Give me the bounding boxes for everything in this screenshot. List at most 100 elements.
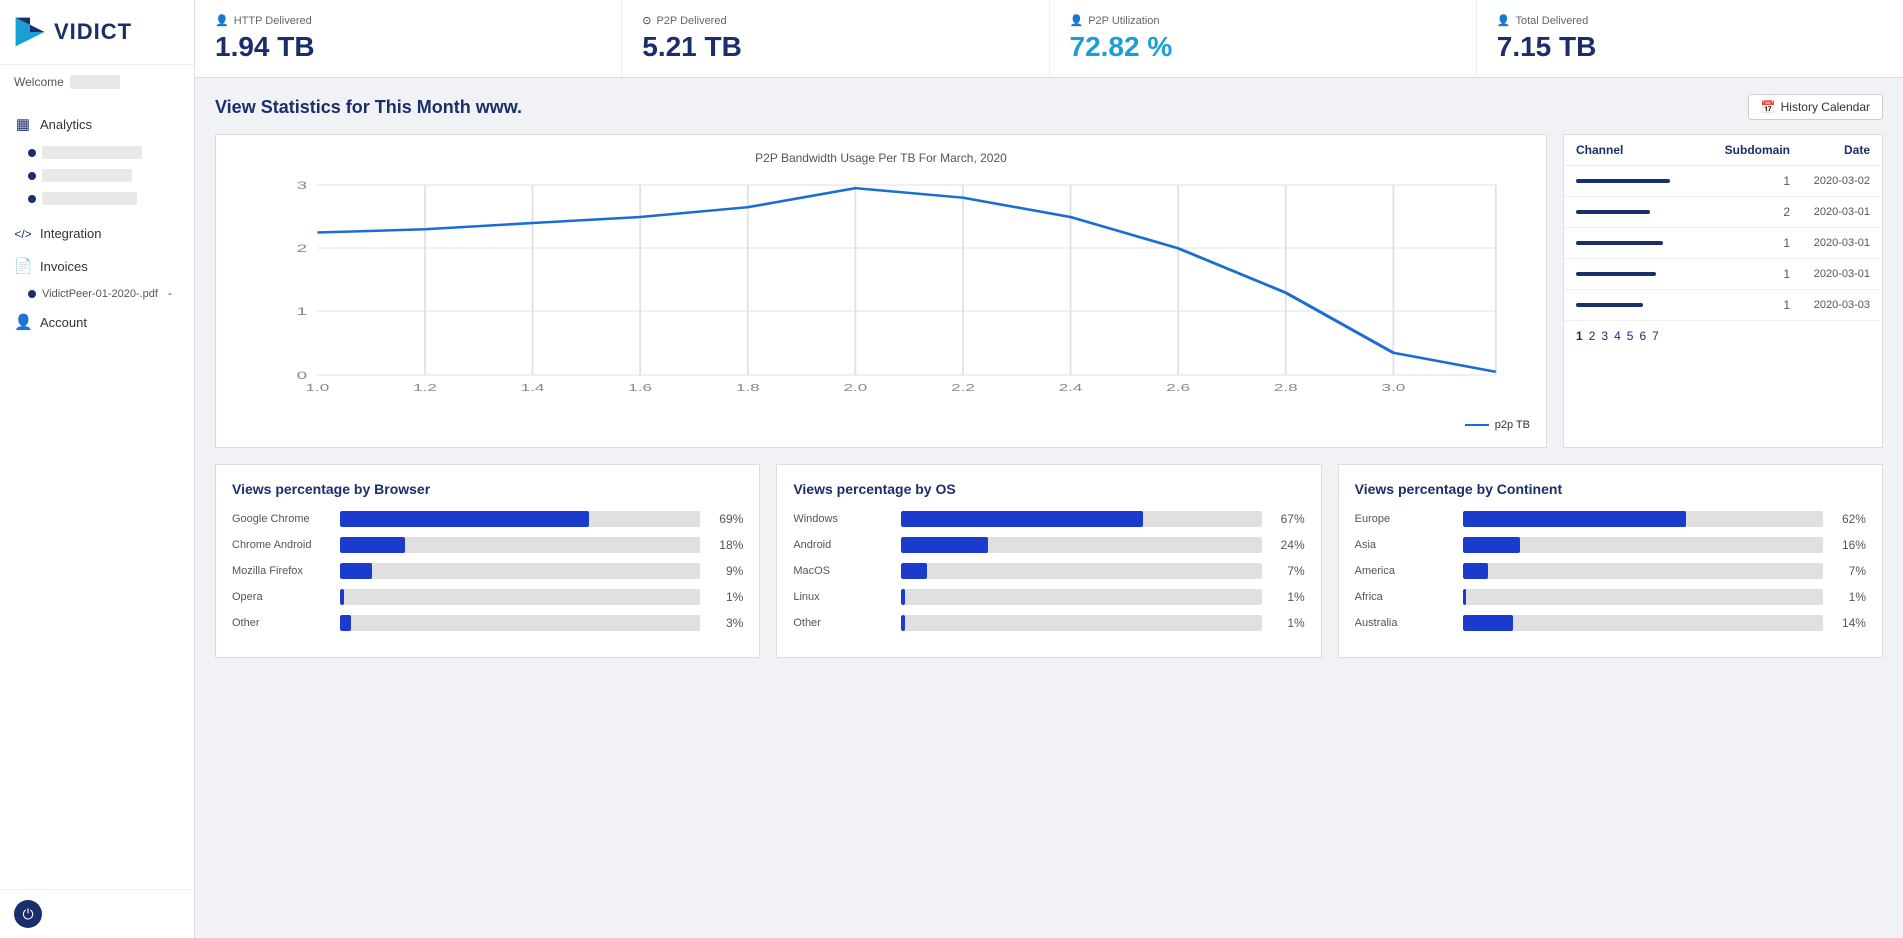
sidebar-subitem-1[interactable] xyxy=(0,141,194,164)
power-button[interactable]: ⏻ xyxy=(14,900,42,928)
bar-pct: 18% xyxy=(708,538,743,552)
dot-icon-2 xyxy=(28,172,36,180)
continent-chart-card: Views percentage by Continent Europe 62%… xyxy=(1338,464,1883,658)
bar-row: Google Chrome 69% xyxy=(232,511,743,527)
bar-label: America xyxy=(1355,565,1455,577)
account-icon: 👤 xyxy=(14,313,32,331)
stat-total-label: 👤 Total Delivered xyxy=(1497,14,1883,27)
bar-row: Windows 67% xyxy=(793,511,1304,527)
bar-row: Chrome Android 18% xyxy=(232,537,743,553)
bar-pct: 1% xyxy=(708,590,743,604)
bar-fill xyxy=(340,615,351,631)
bar-pct: 9% xyxy=(708,564,743,578)
row-subdomain: 2 xyxy=(1710,205,1790,219)
logo-text: VIDICT xyxy=(54,19,132,45)
bar-row: Australia 14% xyxy=(1355,615,1866,631)
bar-row: Android 24% xyxy=(793,537,1304,553)
bar-track xyxy=(1463,537,1823,553)
bar-track xyxy=(340,615,700,631)
row-date: 2020-03-01 xyxy=(1790,268,1870,280)
bar-label: Chrome Android xyxy=(232,539,332,551)
bar-track xyxy=(1463,511,1823,527)
bar-track xyxy=(1463,563,1823,579)
bar-fill xyxy=(1463,615,1513,631)
continent-chart-title: Views percentage by Continent xyxy=(1355,481,1866,497)
bar-row: Europe 62% xyxy=(1355,511,1866,527)
p2p-icon: ⊙ xyxy=(642,14,651,27)
bar-fill xyxy=(1463,589,1467,605)
svg-text:3: 3 xyxy=(297,180,307,192)
page-number[interactable]: 5 xyxy=(1627,329,1634,343)
subitem-label-3 xyxy=(42,192,137,205)
bar-label: Linux xyxy=(793,591,893,603)
p2p-label-text: P2P Delivered xyxy=(656,15,726,27)
bar-row: Other 3% xyxy=(232,615,743,631)
bar-label: Android xyxy=(793,539,893,551)
page-number[interactable]: 3 xyxy=(1601,329,1608,343)
row-subdomain: 1 xyxy=(1710,298,1790,312)
bar-track xyxy=(340,537,700,553)
analytics-icon: ▦ xyxy=(14,115,32,133)
svg-text:1.8: 1.8 xyxy=(736,382,760,393)
bar-pct: 62% xyxy=(1831,512,1866,526)
page-number[interactable]: 4 xyxy=(1614,329,1621,343)
th-date: Date xyxy=(1790,143,1870,157)
page-number[interactable]: 1 xyxy=(1576,329,1583,343)
row-subdomain: 1 xyxy=(1710,267,1790,281)
stats-bar: 👤 HTTP Delivered 1.94 TB ⊙ P2P Delivered… xyxy=(195,0,1903,78)
sidebar-subitem-2[interactable] xyxy=(0,164,194,187)
row-date: 2020-03-03 xyxy=(1790,299,1870,311)
page-number[interactable]: 6 xyxy=(1639,329,1646,343)
sidebar-item-invoices[interactable]: 📄 Invoices xyxy=(0,249,194,283)
sidebar-subitem-3[interactable] xyxy=(0,187,194,210)
page-number[interactable]: 2 xyxy=(1589,329,1596,343)
bar-pct: 1% xyxy=(1270,616,1305,630)
invoice-file-label: VidictPeer-01-2020-.pdf xyxy=(42,288,158,300)
row-date: 2020-03-01 xyxy=(1790,237,1870,249)
row-date: 2020-03-01 xyxy=(1790,206,1870,218)
sidebar-invoice-subitem[interactable]: VidictPeer-01-2020-.pdf - xyxy=(0,283,194,305)
bar-row: Africa 1% xyxy=(1355,589,1866,605)
row-bar xyxy=(1576,303,1643,307)
sidebar-welcome: Welcome xyxy=(0,65,194,99)
stat-p2p-value: 5.21 TB xyxy=(642,31,1028,63)
os-chart-card: Views percentage by OS Windows 67% Andro… xyxy=(776,464,1321,658)
bar-pct: 69% xyxy=(708,512,743,526)
bar-fill xyxy=(340,563,372,579)
row-bar-cell xyxy=(1576,272,1710,276)
dot-icon-1 xyxy=(28,149,36,157)
row-bar-cell xyxy=(1576,179,1710,183)
bar-fill xyxy=(1463,537,1521,553)
chart-title: P2P Bandwidth Usage Per TB For March, 20… xyxy=(232,151,1530,165)
svg-text:2.8: 2.8 xyxy=(1274,382,1298,393)
history-calendar-button[interactable]: 📅 History Calendar xyxy=(1748,94,1883,120)
sidebar-item-account[interactable]: 👤 Account xyxy=(0,305,194,339)
bar-label: Europe xyxy=(1355,513,1455,525)
row-bar xyxy=(1576,241,1663,245)
bar-fill xyxy=(901,563,926,579)
line-chart-svg: 3 2 1 0 1.0 1.2 1.4 1.6 1.8 2.0 2.2 2.4 … xyxy=(232,175,1530,395)
logo-icon xyxy=(12,14,48,50)
bar-row: Other 1% xyxy=(793,615,1304,631)
continent-bars: Europe 62% Asia 16% America 7% Africa 1% xyxy=(1355,511,1866,631)
bar-label: Africa xyxy=(1355,591,1455,603)
os-chart-title: Views percentage by OS xyxy=(793,481,1304,497)
sidebar-item-integration[interactable]: </> Integration xyxy=(0,218,194,249)
bar-fill xyxy=(340,589,344,605)
sidebar-item-analytics[interactable]: ▦ Analytics xyxy=(0,107,194,141)
stat-http-delivered: 👤 HTTP Delivered 1.94 TB xyxy=(195,0,622,77)
invoice-dash: - xyxy=(168,288,172,300)
svg-text:3.0: 3.0 xyxy=(1381,382,1405,393)
th-subdomain: Subdomain xyxy=(1710,143,1790,157)
bar-track xyxy=(901,563,1261,579)
bar-track xyxy=(340,589,700,605)
page-number[interactable]: 7 xyxy=(1652,329,1659,343)
browser-chart-card: Views percentage by Browser Google Chrom… xyxy=(215,464,760,658)
bar-row: America 7% xyxy=(1355,563,1866,579)
bar-track xyxy=(901,615,1261,631)
bar-track xyxy=(340,563,700,579)
dot-icon-inv xyxy=(28,290,36,298)
legend-label: p2p TB xyxy=(1495,419,1530,431)
section-title: View Statistics for This Month www. xyxy=(215,97,522,118)
svg-text:2.4: 2.4 xyxy=(1059,382,1083,393)
